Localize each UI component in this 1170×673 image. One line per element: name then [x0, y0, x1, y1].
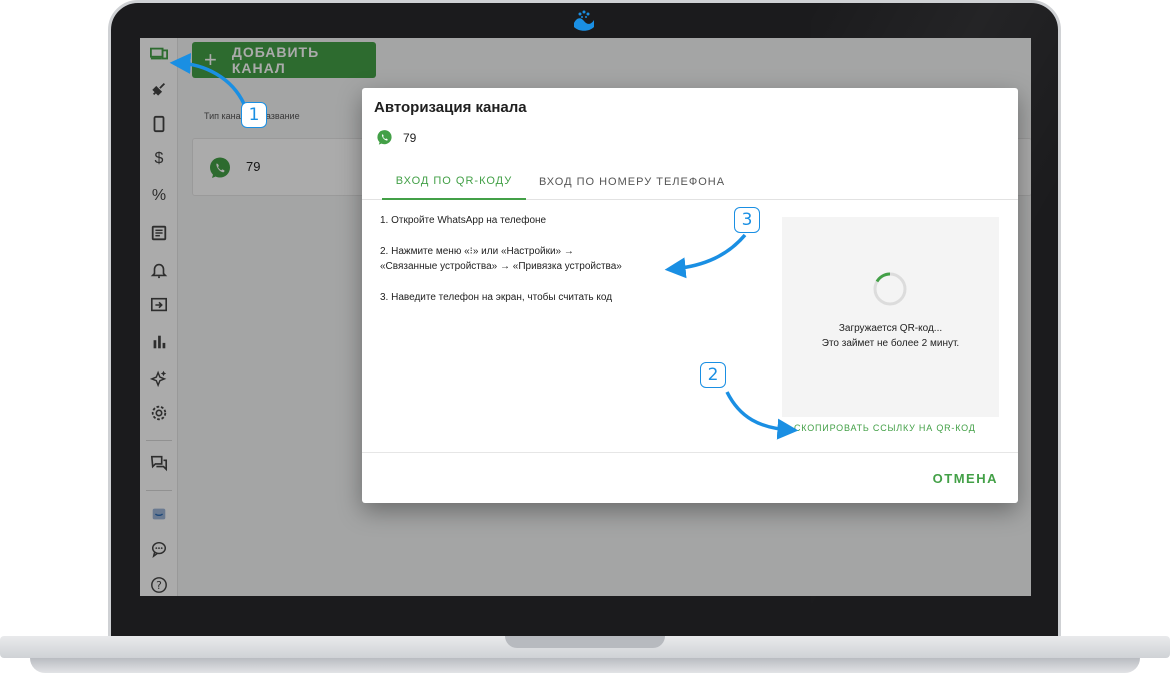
- annotation-badge-3: 3: [734, 207, 760, 233]
- dialog-channel: 79: [376, 129, 416, 146]
- step-3: 3. Наведите телефон на экран, чтобы счит…: [380, 292, 613, 303]
- copy-qr-link-button[interactable]: СКОПИРОВАТЬ ССЫЛКУ НА QR-КОД: [794, 423, 976, 433]
- stage: $ % ? + ДОБАВИТЬ КАНАЛ Тип канала назван…: [0, 0, 1170, 673]
- tab-phone-login[interactable]: ВХОД ПО НОМЕРУ ТЕЛЕФОНА: [532, 164, 732, 200]
- laptop-notch: [505, 636, 665, 648]
- qr-wait-line: Это займет не более 2 минут.: [821, 338, 960, 349]
- tab-bar: ВХОД ПО QR-КОДУ ВХОД ПО НОМЕРУ ТЕЛЕФОНА: [362, 164, 1018, 200]
- loading-spinner-icon: [873, 272, 907, 306]
- qr-loading-text: Загружается QR-код... Это займет не боле…: [782, 321, 999, 351]
- auth-dialog: Авторизация канала 79 ВХОД ПО QR-КОДУ ВХ…: [362, 88, 1018, 503]
- logo-icon: [574, 10, 594, 31]
- dialog-divider: [362, 452, 1018, 453]
- annotation-badge-1: 1: [241, 102, 267, 128]
- tab-qr-login[interactable]: ВХОД ПО QR-КОДУ: [382, 164, 526, 200]
- laptop-base-bottom: [30, 658, 1140, 673]
- instructions: 1. Откройте WhatsApp на телефоне 2. Нажм…: [380, 213, 700, 321]
- qr-loading-line: Загружается QR-код...: [838, 323, 943, 334]
- step-2: 2. Нажмите меню «⁝» или «Настройки» →: [380, 246, 574, 257]
- step-1: 1. Откройте WhatsApp на телефоне: [380, 215, 547, 226]
- cancel-button[interactable]: ОТМЕНА: [933, 471, 998, 486]
- whatsapp-icon: [377, 130, 392, 145]
- app-screen: $ % ? + ДОБАВИТЬ КАНАЛ Тип канала назван…: [140, 38, 1031, 596]
- step-2-continued: «Связанные устройства» → «Привязка устро…: [380, 261, 622, 272]
- dialog-title: Авторизация канала: [374, 99, 527, 116]
- qr-code-placeholder: Загружается QR-код... Это займет не боле…: [782, 217, 999, 417]
- dialog-channel-name: 79: [403, 130, 417, 145]
- annotation-badge-2: 2: [700, 362, 726, 388]
